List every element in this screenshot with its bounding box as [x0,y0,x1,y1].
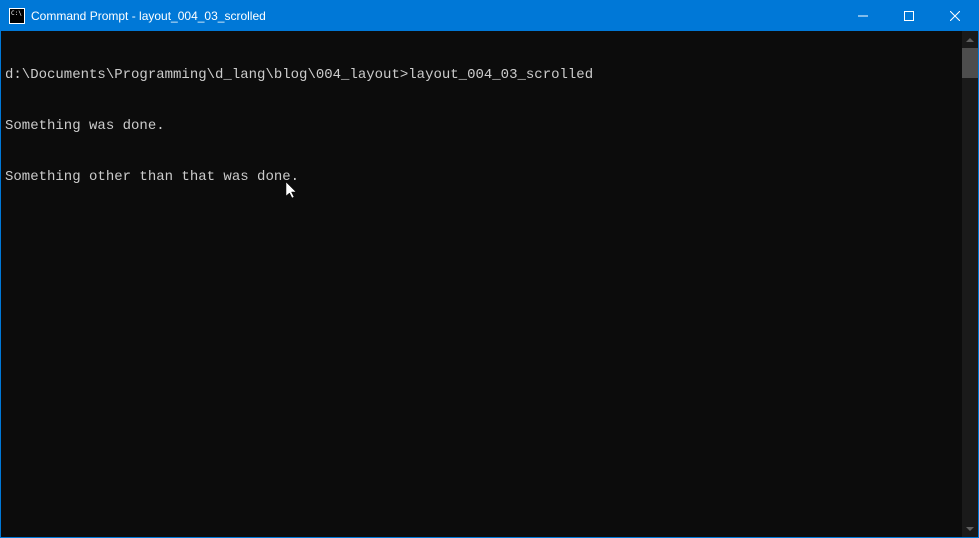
output-line: Something other than that was done. [5,169,958,186]
titlebar[interactable]: Command Prompt - layout_004_03_scrolled [1,1,978,31]
command-prompt-window: Command Prompt - layout_004_03_scrolled [0,0,979,538]
close-button[interactable] [932,1,978,31]
prompt-text: d:\Documents\Programming\d_lang\blog\004… [5,67,408,83]
prompt-line: d:\Documents\Programming\d_lang\blog\004… [5,67,958,84]
content-area: d:\Documents\Programming\d_lang\blog\004… [1,31,978,537]
window-title: Command Prompt - layout_004_03_scrolled [31,9,840,23]
close-icon [950,11,960,21]
minimize-icon [858,11,868,21]
maximize-icon [904,11,914,21]
minimize-button[interactable] [840,1,886,31]
scrollbar-track[interactable] [962,48,978,520]
vertical-scrollbar[interactable] [962,31,978,537]
chevron-up-icon [966,38,974,42]
scrollbar-thumb[interactable] [962,48,978,78]
scroll-down-button[interactable] [962,520,978,537]
terminal-output[interactable]: d:\Documents\Programming\d_lang\blog\004… [1,31,962,537]
maximize-button[interactable] [886,1,932,31]
chevron-down-icon [966,527,974,531]
cmd-icon [9,8,25,24]
window-controls [840,1,978,31]
command-text: layout_004_03_scrolled [408,67,593,83]
scroll-up-button[interactable] [962,31,978,48]
output-line: Something was done. [5,118,958,135]
